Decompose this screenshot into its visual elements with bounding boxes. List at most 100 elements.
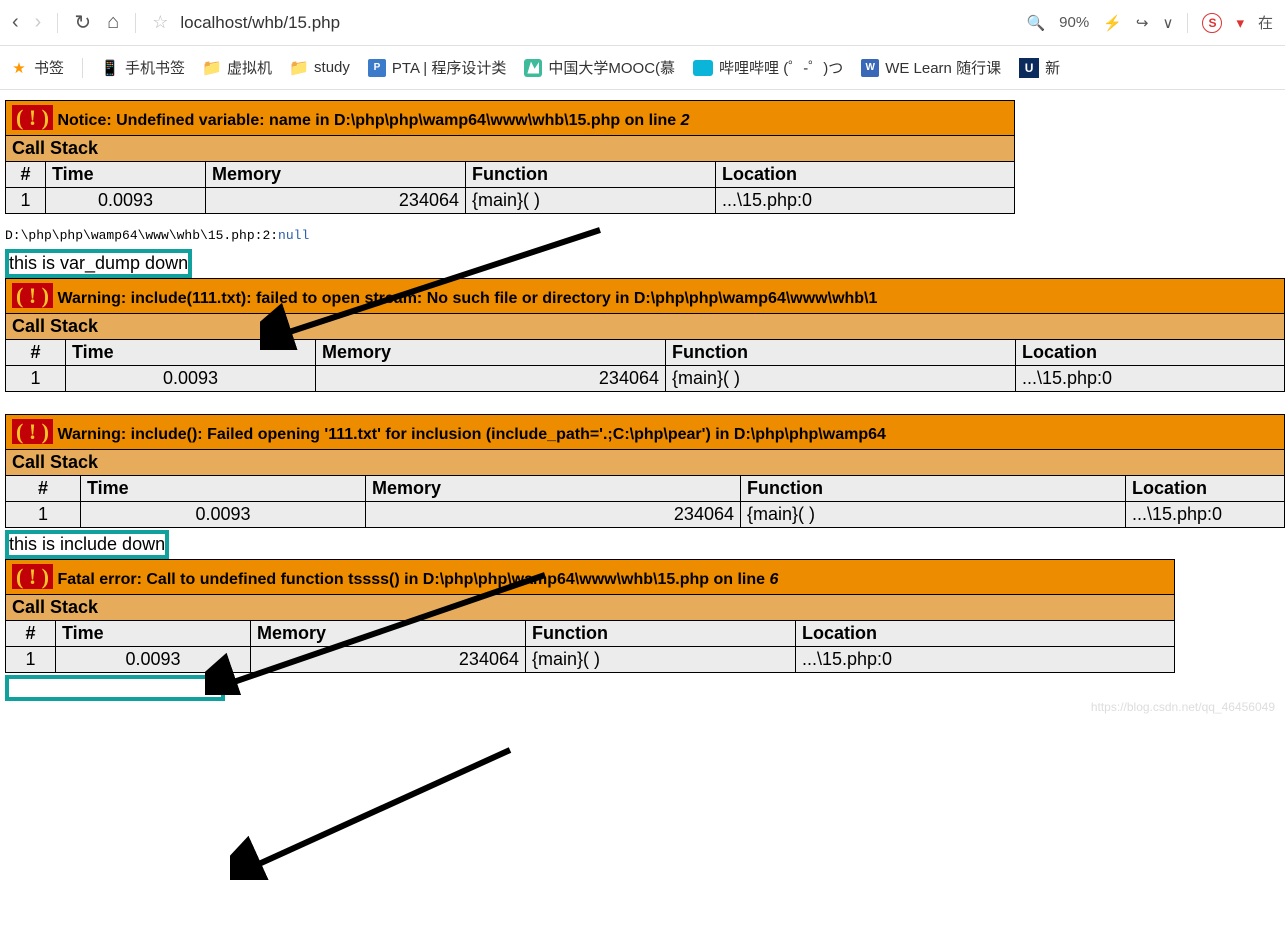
error-type: Warning <box>57 290 120 307</box>
bilibili-icon <box>693 60 713 76</box>
cell-memory: 234064 <box>206 188 466 214</box>
col-num: # <box>6 340 66 366</box>
cell-function: {main}( ) <box>466 188 716 214</box>
error-message: include(111.txt): failed to open stream:… <box>131 290 878 307</box>
error-message: Call to undefined function tssss() in D:… <box>146 571 765 588</box>
callstack-label: Call Stack <box>6 595 1175 621</box>
error-line: 6 <box>769 571 778 588</box>
table-row: 1 0.0093 234064 {main}( ) ...\15.php:0 <box>6 502 1285 528</box>
cell-function: {main}( ) <box>666 366 1016 392</box>
share-icon[interactable]: ↪ <box>1136 14 1149 32</box>
right-label: 在 <box>1258 12 1273 33</box>
cell-function: {main}( ) <box>741 502 1126 528</box>
table-header-row: # Time Memory Function Location <box>6 621 1175 647</box>
highlight-vardump: this is var_dump down <box>5 249 192 278</box>
col-num: # <box>6 621 56 647</box>
cell-function: {main}( ) <box>526 647 796 673</box>
favorite-icon[interactable]: ☆ <box>152 12 168 33</box>
phone-icon: 📱 <box>101 59 119 77</box>
col-function: Function <box>666 340 1016 366</box>
bookmark-label: 虚拟机 <box>227 57 272 78</box>
col-function: Function <box>741 476 1126 502</box>
toolbar-right: 🔍 90% ⚡ ↪ ∨ S▾ 在 <box>1026 12 1273 33</box>
bang-icon: ( ! ) <box>12 419 53 444</box>
mooc-icon <box>524 59 542 77</box>
bookmark-item[interactable]: 哔哩哔哩 (゜-゜)つ <box>693 57 843 78</box>
cell-location: ...\15.php:0 <box>796 647 1175 673</box>
bookmark-item[interactable]: WWE Learn 随行课 <box>861 57 1001 78</box>
u-icon: U <box>1019 58 1039 78</box>
bookmark-item[interactable]: ★ 书签 <box>10 57 64 78</box>
divider <box>82 58 83 78</box>
col-num: # <box>6 476 81 502</box>
callstack-label: Call Stack <box>6 450 1285 476</box>
cell-memory: 234064 <box>251 647 526 673</box>
col-memory: Memory <box>206 162 466 188</box>
table-row: 1 0.0093 234064 {main}( ) ...\15.php:0 <box>6 366 1285 392</box>
error-message: Undefined variable: name in D:\php\php\w… <box>116 112 676 129</box>
highlight-empty <box>5 675 225 701</box>
bookmark-item[interactable]: 中国大学MOOC(慕 <box>524 57 675 78</box>
home-button[interactable]: ⌂ <box>107 11 119 34</box>
toolbar-divider <box>57 13 58 33</box>
welearn-icon: W <box>861 59 879 77</box>
bang-icon: ( ! ) <box>12 283 53 308</box>
cell-time: 0.0093 <box>81 502 366 528</box>
col-memory: Memory <box>251 621 526 647</box>
col-num: # <box>6 162 46 188</box>
address-bar[interactable]: ☆ localhost/whb/15.php <box>152 12 1010 33</box>
dump-path: D:\php\php\wamp64\www\whb\15.php:2: <box>5 228 278 243</box>
error-type: Fatal error <box>57 571 136 588</box>
col-location: Location <box>716 162 1015 188</box>
watermark: https://blog.csdn.net/qq_46456049 <box>1091 700 1275 714</box>
error-line: 2 <box>681 112 690 129</box>
error-header: ( ! ) Warning: include(111.txt): failed … <box>6 279 1285 314</box>
cell-memory: 234064 <box>316 366 666 392</box>
browser-toolbar: ‹ › ↻ ⌂ ☆ localhost/whb/15.php 🔍 90% ⚡ ↪… <box>0 0 1285 46</box>
sogou-icon[interactable]: S <box>1202 13 1222 33</box>
zoom-level: 90% <box>1059 14 1089 31</box>
forward-button[interactable]: › <box>35 11 42 34</box>
col-time: Time <box>81 476 366 502</box>
toolbar-divider <box>135 13 136 33</box>
zoom-icon[interactable]: 🔍 <box>1026 14 1045 32</box>
error-type: Notice <box>57 112 106 129</box>
bookmark-item[interactable]: U新 <box>1019 57 1060 78</box>
error-header: ( ! ) Warning: include(): Failed opening… <box>6 415 1285 450</box>
bookmark-label: 新 <box>1045 57 1060 78</box>
col-time: Time <box>56 621 251 647</box>
error-header: ( ! ) Notice: Undefined variable: name i… <box>6 101 1015 136</box>
cell-num: 1 <box>6 647 56 673</box>
xdebug-error-warning: ( ! ) Warning: include(111.txt): failed … <box>5 278 1285 392</box>
error-message: include(): Failed opening '111.txt' for … <box>131 426 886 443</box>
cell-location: ...\15.php:0 <box>1126 502 1285 528</box>
col-function: Function <box>466 162 716 188</box>
bookmark-item[interactable]: PPTA | 程序设计类 <box>368 57 506 78</box>
cell-time: 0.0093 <box>56 647 251 673</box>
table-row: 1 0.0093 234064 {main}( ) ...\15.php:0 <box>6 647 1175 673</box>
reload-button[interactable]: ↻ <box>74 10 91 35</box>
col-memory: Memory <box>316 340 666 366</box>
cell-num: 1 <box>6 188 46 214</box>
col-time: Time <box>46 162 206 188</box>
bang-icon: ( ! ) <box>12 105 53 130</box>
bookmark-item[interactable]: 📁study <box>290 59 350 77</box>
star-icon: ★ <box>10 59 28 77</box>
page-content: ( ! ) Notice: Undefined variable: name i… <box>0 90 1285 714</box>
callstack-label: Call Stack <box>6 136 1015 162</box>
col-memory: Memory <box>366 476 741 502</box>
bookmark-label: 书签 <box>34 57 64 78</box>
pta-icon: P <box>368 59 386 77</box>
bookmark-item[interactable]: 📁虚拟机 <box>203 57 272 78</box>
callstack-label: Call Stack <box>6 314 1285 340</box>
table-header-row: # Time Memory Function Location <box>6 162 1015 188</box>
toolbar-divider <box>1187 13 1188 33</box>
bookmark-item[interactable]: 📱手机书签 <box>101 57 185 78</box>
back-button[interactable]: ‹ <box>12 11 19 34</box>
dump-value: null <box>278 228 309 243</box>
bolt-icon[interactable]: ⚡ <box>1103 14 1122 32</box>
arrow-icon <box>230 740 530 880</box>
chevron-down-icon[interactable]: ∨ <box>1162 14 1173 32</box>
col-location: Location <box>1126 476 1285 502</box>
bookmarks-bar: ★ 书签 📱手机书签 📁虚拟机 📁study PPTA | 程序设计类 中国大学M… <box>0 46 1285 90</box>
